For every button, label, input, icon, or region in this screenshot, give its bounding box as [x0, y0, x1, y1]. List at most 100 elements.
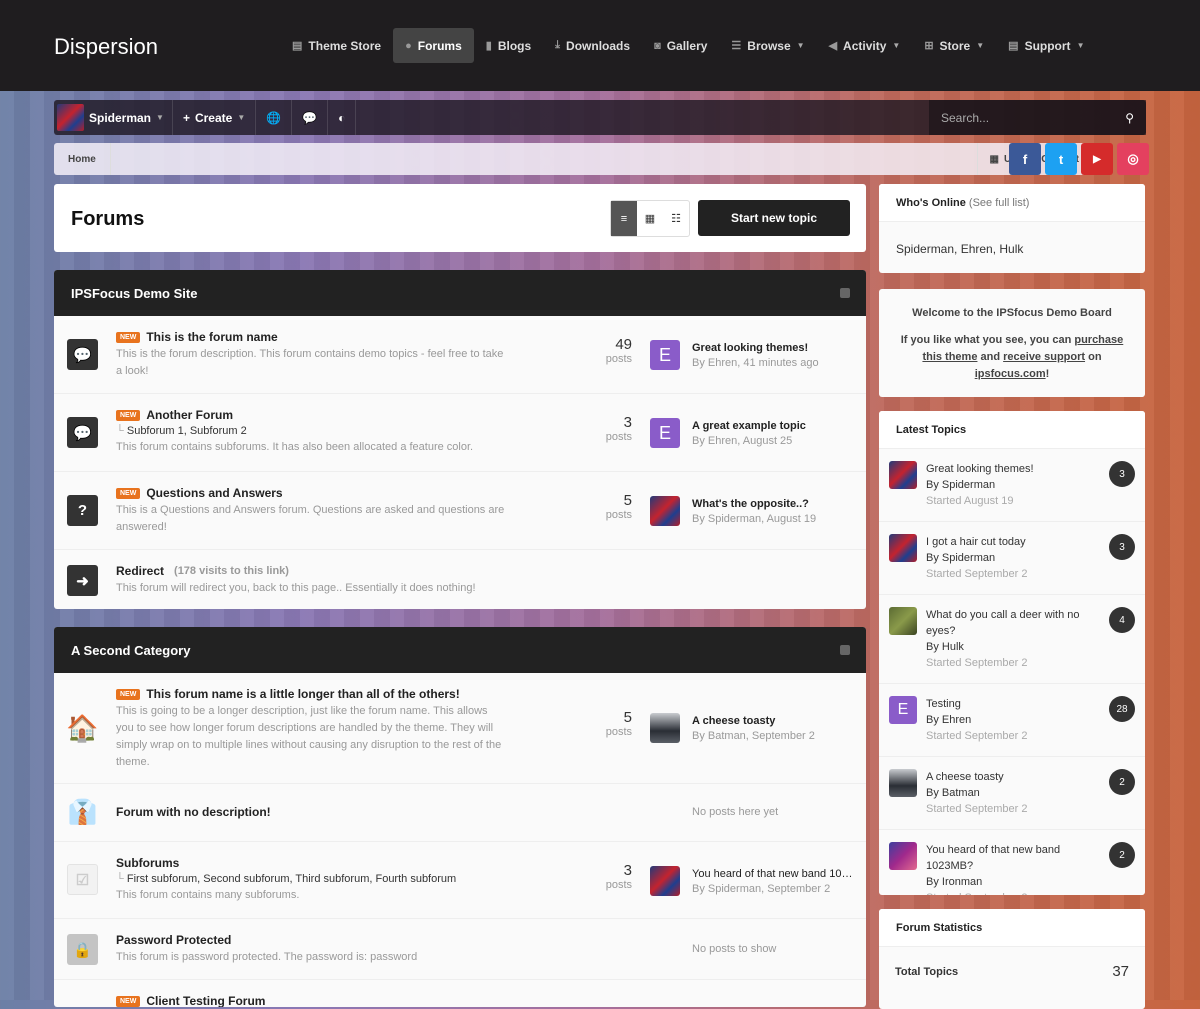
forum-row[interactable]: 💬 NEW This is the forum name This is the …	[54, 316, 866, 394]
nav-store[interactable]: ⊞ Store ▼	[912, 28, 996, 63]
instagram-icon[interactable]: ◎	[1117, 143, 1149, 175]
globe-icon[interactable]: 🌐	[256, 100, 293, 135]
latest-topic-item[interactable]: E Testing By Ehren Started September 2 2…	[879, 684, 1145, 757]
forum-row[interactable]: 👔 Forum with no description! No posts he…	[54, 784, 866, 842]
nav-downloads[interactable]: ⤓ Downloads	[543, 28, 642, 63]
forum-row[interactable]: ☑ Subforums └ First subforum, Second sub…	[54, 842, 866, 919]
forum-name[interactable]: Password Protected	[116, 933, 231, 947]
nav-theme-store[interactable]: ▤ Theme Store	[280, 28, 393, 63]
forum-name[interactable]: This forum name is a little longer than …	[146, 687, 459, 701]
forum-name[interactable]: This is the forum name	[146, 330, 277, 344]
last-post-title[interactable]: You heard of that new band 1023MB?	[692, 868, 854, 880]
page-title: Forums	[71, 208, 145, 230]
topic-started: Started September 2	[926, 803, 1028, 815]
forum-statistics-widget: Forum Statistics Total Topics 37	[879, 909, 1145, 1009]
forum-name[interactable]: Questions and Answers	[146, 486, 282, 500]
create-menu[interactable]: + Create ▼	[173, 100, 257, 135]
nav-gallery[interactable]: ◙ Gallery	[642, 28, 719, 63]
latest-topic-item[interactable]: What do you call a deer with no eyes? By…	[879, 595, 1145, 684]
collapse-icon[interactable]	[840, 645, 850, 655]
coat-icon: 👔	[67, 799, 98, 826]
forum-row[interactable]: 🏠 NEW This forum name is a little longer …	[54, 673, 866, 784]
breadcrumb-home[interactable]: Home	[54, 143, 111, 175]
last-post-title[interactable]: A great example topic	[692, 420, 806, 432]
nav-support[interactable]: ▤ Support ▼	[996, 28, 1096, 63]
nav-activity[interactable]: ◀ Activity ▼	[817, 28, 913, 63]
avatar[interactable]: E	[650, 340, 680, 370]
category-title[interactable]: IPSFocus Demo Site	[71, 286, 197, 301]
search-input[interactable]: Search... ⚲	[929, 100, 1146, 135]
avatar[interactable]	[650, 496, 680, 526]
topic-title[interactable]: I got a hair cut today	[926, 534, 1086, 550]
nav-label: Support	[1024, 38, 1071, 53]
last-post-meta: By Spiderman, September 2	[692, 882, 831, 895]
latest-topic-item[interactable]: You heard of that new band 1023MB? By Ir…	[879, 830, 1145, 895]
forum-row[interactable]: 🔒 Password Protected This forum is passw…	[54, 919, 866, 980]
avatar[interactable]	[889, 534, 917, 562]
avatar[interactable]	[889, 607, 917, 635]
online-users[interactable]: Spiderman, Ehren, Hulk	[879, 222, 1145, 273]
topic-title[interactable]: You heard of that new band 1023MB?	[926, 842, 1086, 874]
table-view-icon[interactable]: ≡	[611, 201, 637, 236]
avatar[interactable]	[889, 461, 917, 489]
topic-title[interactable]: A cheese toasty	[926, 769, 1086, 785]
list-view-icon[interactable]: ☷	[663, 201, 689, 236]
support-link[interactable]: receive support	[1003, 351, 1085, 363]
last-post-title[interactable]: A cheese toasty	[692, 715, 815, 727]
avatar[interactable]: E	[889, 696, 917, 724]
forum-name[interactable]: Redirect	[116, 564, 164, 578]
forum-description: This forum is password protected. The pa…	[116, 951, 418, 963]
latest-topic-item[interactable]: I got a hair cut today By Spiderman Star…	[879, 522, 1145, 595]
subforum-links[interactable]: First subforum, Second subforum, Third s…	[127, 873, 456, 885]
last-post: E Great looking themes! By Ehren, 41 minut…	[650, 340, 819, 370]
welcome-title: Welcome to the IPSfocus Demo Board	[912, 307, 1112, 319]
lock-icon: 🔒	[67, 934, 98, 965]
nav-label: Store	[939, 38, 971, 53]
last-post-title[interactable]: What's the opposite..?	[692, 498, 816, 510]
facebook-icon[interactable]: f	[1009, 143, 1041, 175]
avatar[interactable]	[889, 769, 917, 797]
forum-name[interactable]: Subforums	[116, 856, 179, 870]
chat-icon: ●	[405, 39, 412, 52]
chat-icon: 💬	[67, 339, 98, 370]
collapse-icon[interactable]	[840, 288, 850, 298]
nav-blogs[interactable]: ▮ Blogs	[474, 28, 543, 63]
topic-title[interactable]: Testing	[926, 696, 1086, 712]
topic-title[interactable]: What do you call a deer with no eyes?	[926, 607, 1086, 639]
forum-row[interactable]: NEW Client Testing Forum	[54, 980, 866, 1007]
social-links: f t ▶ ◎	[1009, 143, 1149, 175]
latest-topic-item[interactable]: Great looking themes! By Spiderman Start…	[879, 449, 1145, 522]
latest-topic-item[interactable]: A cheese toasty By Batman Started Septem…	[879, 757, 1145, 830]
nav-browse[interactable]: ☰ Browse ▼	[719, 28, 816, 63]
youtube-icon[interactable]: ▶	[1081, 143, 1113, 175]
forum-row[interactable]: ➜ Redirect (178 visits to this link) This…	[54, 550, 866, 609]
avatar[interactable]	[650, 713, 680, 743]
search-icon[interactable]: ⚲	[1125, 111, 1134, 125]
forum-row[interactable]: 💬 NEW Another Forum └ Subforum 1, Subforu…	[54, 394, 866, 472]
twitter-icon[interactable]: t	[1045, 143, 1077, 175]
user-menu[interactable]: Spiderman ▼	[54, 100, 173, 135]
avatar[interactable]	[650, 866, 680, 896]
see-full-list-link[interactable]: (See full list)	[969, 197, 1030, 209]
topic-title[interactable]: Great looking themes!	[926, 461, 1086, 477]
avatar[interactable]: E	[650, 418, 680, 448]
nav-label: Activity	[843, 38, 887, 53]
forum-name[interactable]: Another Forum	[146, 408, 233, 422]
avatar	[57, 104, 84, 131]
category-title[interactable]: A Second Category	[71, 643, 190, 658]
theme-toggle-icon[interactable]: ◐	[328, 100, 357, 135]
last-post-title[interactable]: Great looking themes!	[692, 342, 819, 354]
start-new-topic-button[interactable]: Start new topic	[698, 200, 850, 236]
post-count: 5 posts	[605, 492, 632, 521]
forum-name[interactable]: Client Testing Forum	[146, 994, 265, 1007]
ipsfocus-link[interactable]: ipsfocus.com	[975, 368, 1046, 380]
subforum-links[interactable]: Subforum 1, Subforum 2	[127, 425, 247, 437]
forum-name[interactable]: Forum with no description!	[116, 805, 271, 819]
avatar[interactable]	[889, 842, 917, 870]
messages-icon[interactable]: 💬	[292, 100, 329, 135]
forum-row[interactable]: ? NEW Questions and Answers This is a Que…	[54, 472, 866, 550]
nav-forums[interactable]: ● Forums	[393, 28, 474, 63]
cart-icon: ⊞	[924, 40, 934, 52]
grid-view-icon[interactable]: ▦	[637, 201, 663, 236]
site-logo[interactable]: Dispersion	[54, 34, 158, 60]
